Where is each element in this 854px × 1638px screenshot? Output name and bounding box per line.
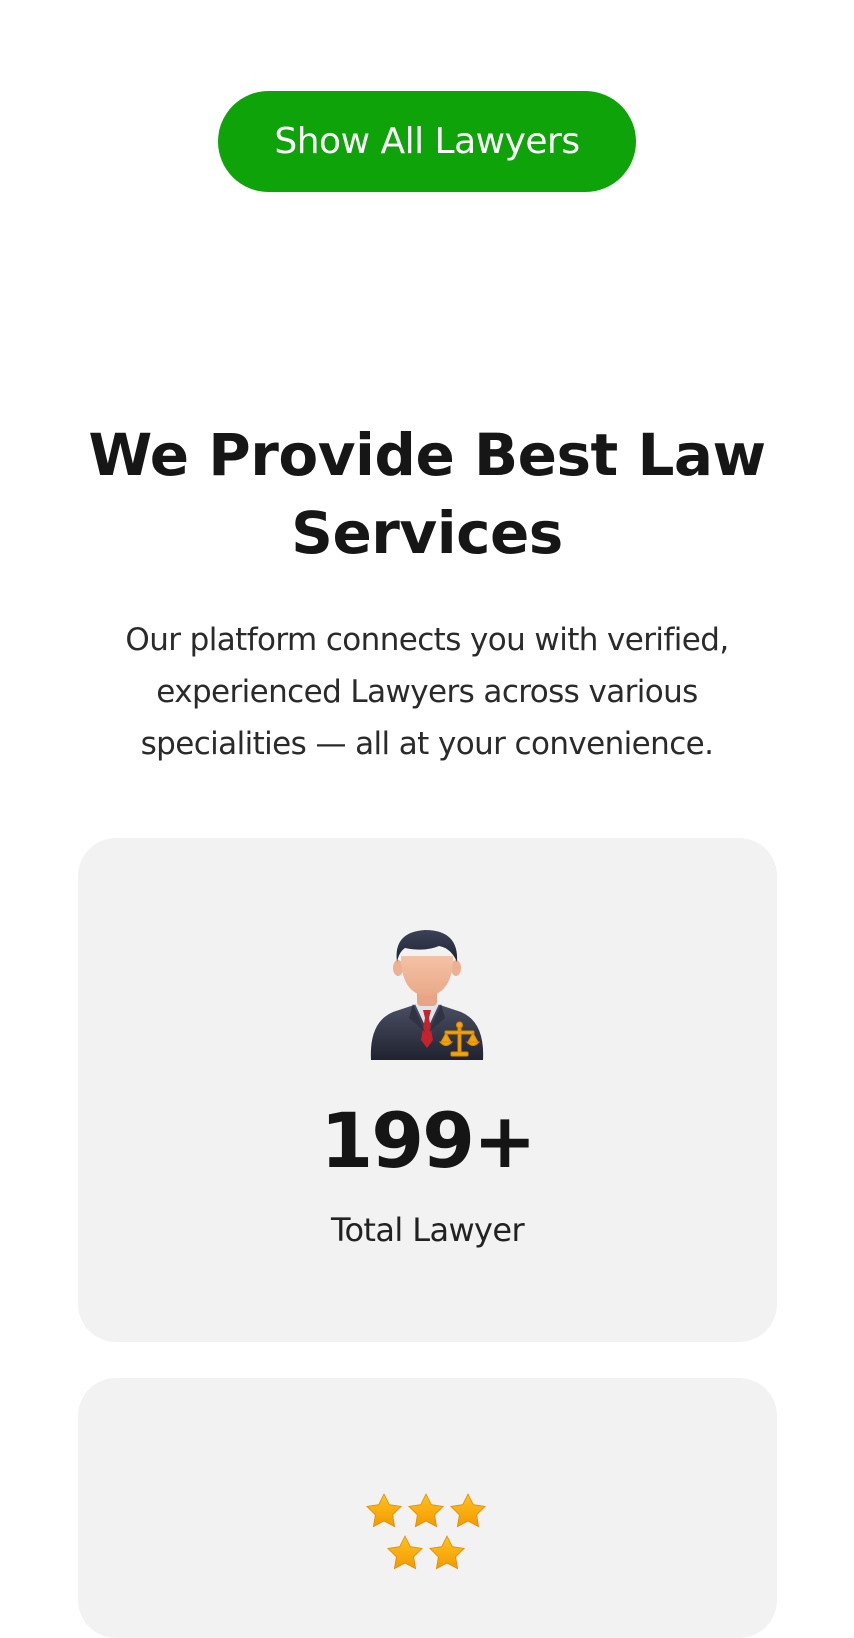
stat-card-rating bbox=[78, 1378, 777, 1638]
total-lawyers-label: Total Lawyer bbox=[330, 1211, 525, 1249]
stars-rating-icon bbox=[366, 1493, 486, 1570]
section-description: Our platform connects you with verified,… bbox=[125, 622, 729, 762]
stat-card-total-lawyers: 199+ Total Lawyer bbox=[78, 838, 777, 1342]
section-title: We Provide Best Law Services bbox=[88, 421, 766, 567]
lawyer-icon bbox=[370, 930, 484, 1060]
show-all-button-wrapper: Show All Lawyers bbox=[0, 91, 854, 192]
total-lawyers-value: 199+ bbox=[320, 1096, 536, 1185]
show-all-lawyers-button[interactable]: Show All Lawyers bbox=[218, 91, 636, 192]
